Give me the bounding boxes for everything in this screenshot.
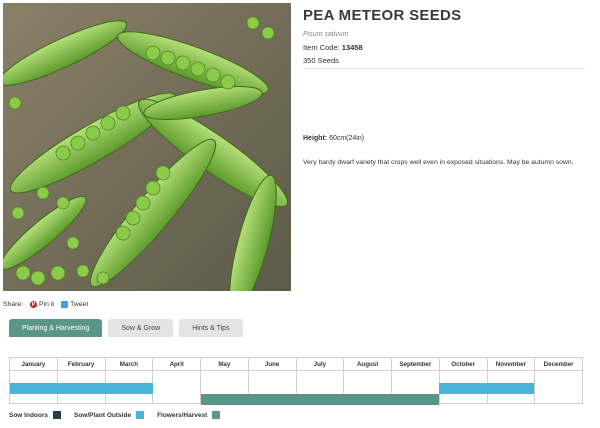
info-tabs: Planting & Harvesting Sow & Grow Hints &… (9, 319, 243, 337)
month-august: August (344, 358, 392, 370)
pea-pods-photo (3, 3, 291, 291)
item-code-label: Item Code: (303, 43, 340, 52)
calendar-legend: Sow Indoors Sow/Plant Outside Flowers/Ha… (9, 411, 228, 419)
planting-calendar: January February March April May June Ju… (9, 357, 583, 405)
product-image (3, 3, 291, 291)
sow-outside-bar (439, 383, 535, 394)
month-october: October (440, 358, 488, 370)
legend-sow-indoors-label: Sow Indoors (9, 411, 48, 419)
harvest-bar (200, 394, 439, 405)
legend-harvest-label: Flowers/Harvest (157, 411, 208, 419)
share-bar: Share: P Pin it Tweet (3, 301, 88, 308)
share-label: Share: (3, 301, 24, 308)
item-code-value: 13458 (341, 43, 363, 52)
month-january: January (10, 358, 58, 370)
sow-outside-bar (10, 383, 153, 394)
tab-hints-tips[interactable]: Hints & Tips (179, 319, 243, 337)
month-june: June (249, 358, 297, 370)
month-september: September (392, 358, 440, 370)
latin-name: Pisum sativum (303, 31, 349, 38)
month-july: July (297, 358, 345, 370)
calendar-body (10, 371, 582, 405)
legend-harvest-swatch (212, 411, 221, 419)
legend-sow-outside-swatch (136, 411, 145, 419)
item-code: Item Code: 13458 (303, 43, 363, 52)
tab-sow-grow[interactable]: Sow & Grow (108, 319, 174, 337)
seed-count: 350 Seeds (303, 56, 339, 65)
height-label: Height: (303, 135, 328, 142)
divider (303, 68, 585, 69)
legend-sow-indoors-swatch (53, 411, 61, 419)
product-description: Very hardy dwarf variety that crops well… (303, 159, 574, 166)
height-value: 60cm(24in) (329, 135, 365, 142)
pinterest-icon: P (30, 301, 38, 308)
tweet-label: Tweet (70, 301, 89, 308)
product-title: PEA METEOR SEEDS (303, 7, 462, 24)
tab-planting-harvesting[interactable]: Planting & Harvesting (9, 319, 103, 337)
month-may: May (201, 358, 249, 370)
pin-it-button[interactable]: P Pin it (30, 301, 54, 308)
month-december: December (543, 360, 574, 368)
twitter-icon (61, 301, 69, 308)
month-february: February (58, 358, 106, 370)
month-april: April (153, 358, 201, 370)
calendar-header: January February March April May June Ju… (10, 358, 582, 371)
month-march: March (106, 358, 154, 370)
pin-it-label: Pin it (39, 301, 55, 308)
plant-height: Height: 60cm(24in) (303, 135, 364, 142)
tweet-button[interactable]: Tweet (61, 301, 88, 308)
legend-sow-outside-label: Sow/Plant Outside (74, 411, 132, 419)
month-november: November (488, 358, 536, 370)
